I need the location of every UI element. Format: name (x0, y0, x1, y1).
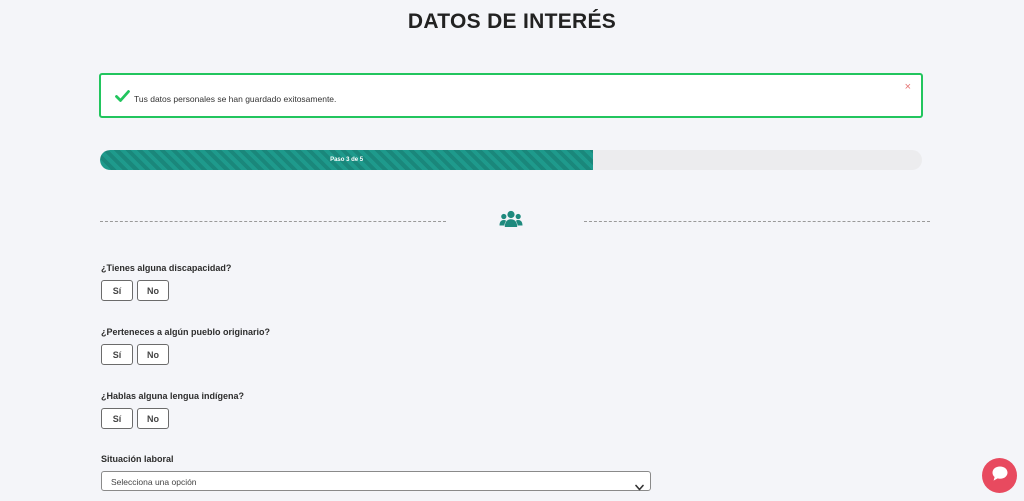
alert-message: Tus datos personales se han guardado exi… (134, 94, 337, 104)
users-icon (499, 210, 523, 233)
chat-bubble-icon (991, 465, 1009, 487)
employment-label: Situación laboral (101, 454, 174, 464)
chevron-down-icon (635, 478, 644, 496)
progress-label: Paso 3 de 5 (330, 157, 364, 163)
no-button[interactable]: No (137, 408, 169, 429)
question-label: ¿Perteneces a algún pueblo originario? (101, 327, 271, 337)
yes-button[interactable]: Sí (101, 280, 133, 301)
question-label: ¿Hablas alguna lengua indígena? (101, 391, 245, 401)
chat-button[interactable] (982, 458, 1017, 493)
close-icon[interactable]: × (905, 82, 911, 93)
question-discapacidad: ¿Tienes alguna discapacidad? Sí No (101, 263, 231, 301)
no-button[interactable]: No (137, 280, 169, 301)
question-lengua-indigena: ¿Hablas alguna lengua indígena? Sí No (101, 391, 244, 429)
yes-button[interactable]: Sí (101, 344, 133, 365)
select-value: Selecciona una opción (111, 477, 197, 487)
check-icon (115, 89, 130, 107)
divider-left (100, 221, 446, 222)
no-button[interactable]: No (137, 344, 169, 365)
page-title: DATOS DE INTERÉS (407, 10, 617, 33)
question-pueblo-originario: ¿Perteneces a algún pueblo originario? S… (101, 327, 270, 365)
employment-select[interactable]: Selecciona una opción (101, 471, 651, 491)
yes-button[interactable]: Sí (101, 408, 133, 429)
success-alert: Tus datos personales se han guardado exi… (99, 73, 923, 118)
question-label: ¿Tienes alguna discapacidad? (101, 263, 232, 273)
divider-right (584, 221, 930, 222)
progress-bar: Paso 3 de 5 (100, 150, 922, 170)
employment-group: Situación laboral Selecciona una opción (101, 454, 651, 491)
